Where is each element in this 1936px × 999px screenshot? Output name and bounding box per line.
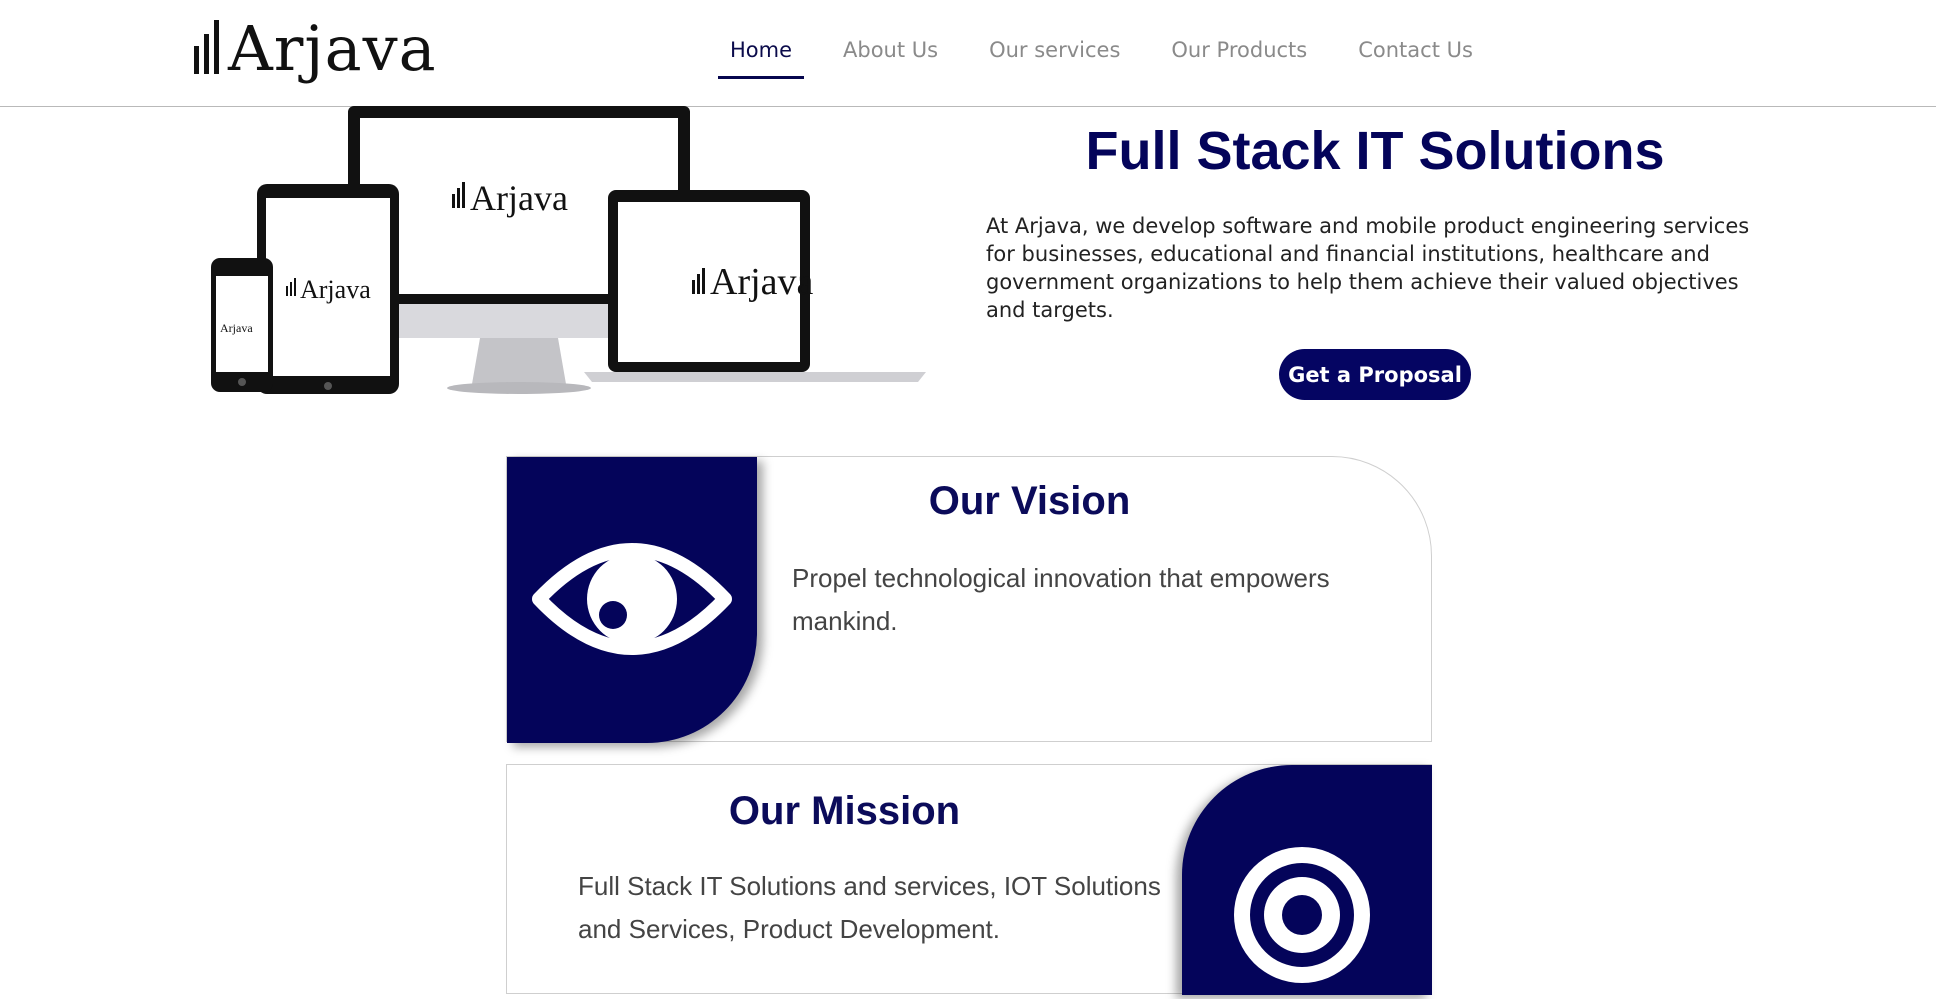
vision-text: Propel technological innovation that emp… bbox=[792, 563, 1330, 636]
eye-icon bbox=[532, 543, 732, 655]
mission-text: Full Stack IT Solutions and services, IO… bbox=[578, 871, 1161, 944]
mission-icon-panel bbox=[1182, 765, 1432, 995]
tablet-logo-text: Arjava bbox=[300, 275, 371, 304]
phone-logo-text: Arjava bbox=[220, 321, 253, 335]
nav-contact-us[interactable]: Contact Us bbox=[1346, 0, 1485, 80]
logo-bars-icon bbox=[194, 20, 219, 74]
site-header: Arjava Home About Us Our services Our Pr… bbox=[0, 0, 1936, 107]
vision-title: Our Vision bbox=[928, 479, 1131, 523]
mission-title: Our Mission bbox=[728, 789, 961, 833]
nav-about-us[interactable]: About Us bbox=[831, 0, 950, 80]
get-proposal-button[interactable]: Get a Proposal bbox=[1279, 349, 1471, 400]
nav-our-products[interactable]: Our Products bbox=[1159, 0, 1319, 80]
devices-illustration: Arjava Arjava Arjava Arjava bbox=[211, 106, 926, 394]
vision-icon-panel bbox=[507, 457, 757, 743]
brand-logo[interactable]: Arjava bbox=[194, 6, 437, 92]
laptop-device: Arjava bbox=[584, 190, 926, 382]
hero-description: At Arjava, we develop software and mobil… bbox=[986, 214, 1750, 322]
laptop-logo-text: Arjava bbox=[710, 261, 814, 303]
main-nav: Home About Us Our services Our Products … bbox=[718, 0, 1512, 106]
phone-device: Arjava bbox=[211, 258, 273, 392]
vision-card: Our Vision Propel technological innovati… bbox=[506, 456, 1432, 743]
hero-title: Full Stack IT Solutions bbox=[1085, 121, 1665, 181]
monitor-logo-text: Arjava bbox=[470, 178, 568, 218]
target-icon bbox=[1234, 847, 1370, 983]
nav-our-services[interactable]: Our services bbox=[977, 0, 1132, 80]
tablet-device: Arjava bbox=[257, 184, 399, 394]
brand-name: Arjava bbox=[228, 12, 437, 85]
nav-home[interactable]: Home bbox=[718, 0, 805, 80]
